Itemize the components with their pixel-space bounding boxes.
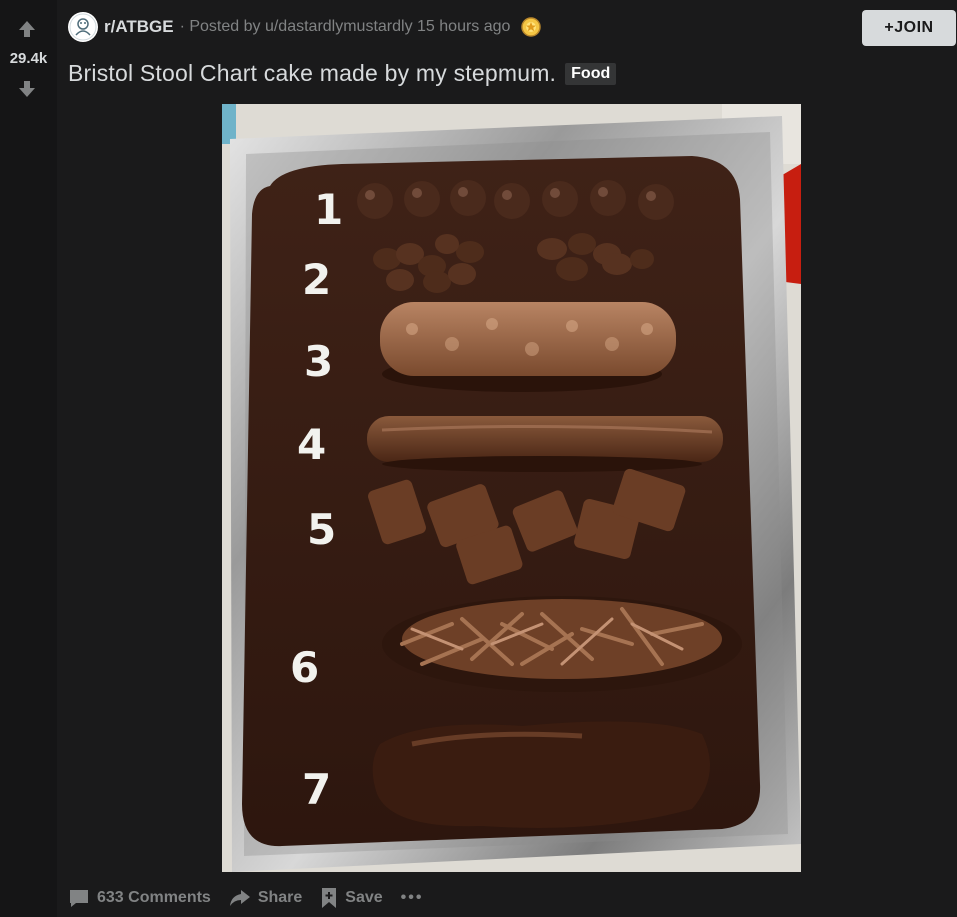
meta-separator: · [179,18,185,35]
cake-number-4: 4 [297,420,326,469]
post-flair[interactable]: Food [565,62,617,85]
award-icon[interactable] [520,16,542,38]
cake-photo: 1 2 3 4 5 6 7 [222,104,801,872]
post-image[interactable]: 1 2 3 4 5 6 7 [222,104,801,872]
share-label: Share [257,889,303,906]
join-button[interactable]: + JOIN [862,10,956,46]
downvote-icon[interactable] [16,78,38,100]
vote-column: 29.4k [0,0,57,917]
post-meta: · Posted by u/dastardlymustardly 15 hour… [180,18,511,36]
bookmark-icon [322,888,337,908]
cake-number-2: 2 [302,255,331,304]
comments-label: 633 Comments [97,889,211,906]
row-4-candy [367,416,723,472]
post-actions: 633 Comments Share Save ••• [68,884,423,912]
share-button[interactable]: Share [229,888,302,908]
row-6-candy [382,596,742,692]
posted-by-link[interactable]: Posted by u/dastardlymustardly [189,18,412,35]
subreddit-avatar[interactable] [68,12,98,42]
post-header: r/ATBGE · Posted by u/dastardlymustardly… [68,12,542,42]
save-label: Save [345,889,383,906]
more-options-icon[interactable]: ••• [401,889,424,907]
cake-number-5: 5 [307,505,336,554]
join-plus: + [884,19,895,36]
upvote-icon[interactable] [16,18,38,40]
cake-number-6: 6 [290,643,319,692]
post-title-row: Bristol Stool Chart cake made by my step… [68,60,617,87]
share-icon [229,890,250,906]
post-title[interactable]: Bristol Stool Chart cake made by my step… [68,60,556,87]
save-button[interactable]: Save [320,887,383,909]
row-3-candy [380,302,676,392]
cake-number-3: 3 [304,337,333,386]
comment-icon [70,890,88,907]
cake-number-1: 1 [314,185,343,234]
comments-button[interactable]: 633 Comments [68,888,211,908]
vote-score: 29.4k [9,50,48,67]
subreddit-link[interactable]: r/ATBGE [104,17,174,37]
post-time[interactable]: 15 hours ago [417,18,510,35]
join-label: JOIN [894,19,934,36]
row-7-candy [372,721,710,828]
cake-number-7: 7 [302,765,331,814]
